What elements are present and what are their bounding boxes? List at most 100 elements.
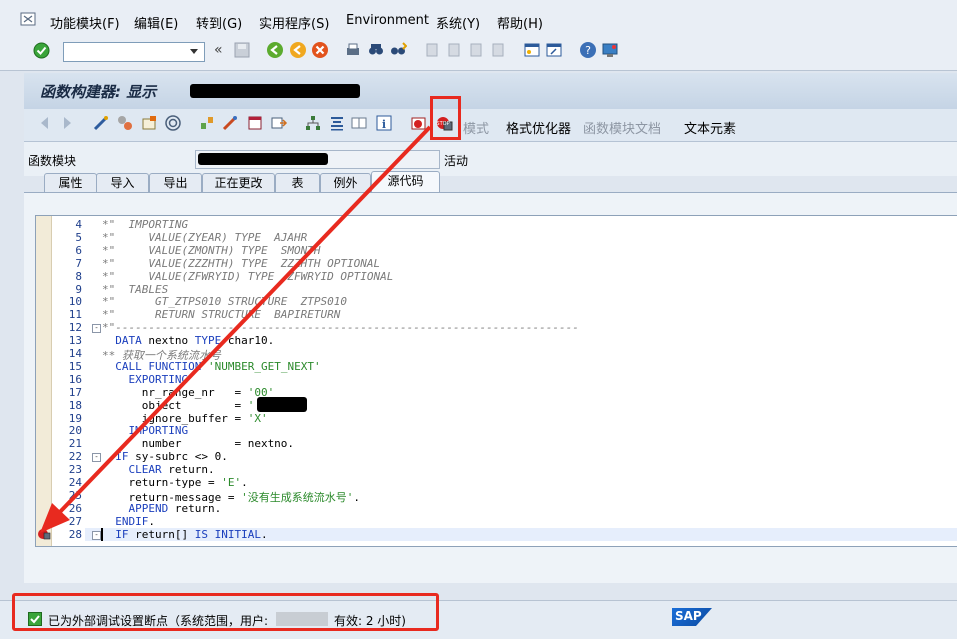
code-line[interactable]: *" IMPORTING <box>102 218 188 231</box>
pencil-icon[interactable] <box>221 114 239 132</box>
text-cursor <box>101 527 103 541</box>
tab-tables[interactable]: 表 <box>275 173 320 193</box>
code-line[interactable]: IMPORTING <box>102 424 189 437</box>
customize-layout-icon[interactable] <box>601 41 619 59</box>
code-line[interactable]: nr_range_nr = '00' <box>102 386 274 399</box>
code-line[interactable]: *" GT_ZTPS010 STRUCTURE ZTPS010 <box>102 295 347 308</box>
next-page-icon[interactable] <box>467 41 485 59</box>
abap-editor[interactable]: 4 *" IMPORTING 5 *" VALUE(ZYEAR) TYPE AJAHR… <box>35 215 957 547</box>
code-line[interactable]: *"--------------------------------------… <box>102 321 579 334</box>
fm-documentation-button[interactable]: 函数模块文档 <box>583 118 661 137</box>
line-number: 16 <box>68 372 82 386</box>
line-number: 11 <box>68 308 82 322</box>
menu-environment[interactable]: Environment <box>346 13 429 28</box>
session-breakpoint-icon[interactable] <box>410 114 428 132</box>
chevron-down-icon[interactable] <box>188 45 200 57</box>
fold-marker[interactable]: - <box>92 530 101 540</box>
where-used-icon[interactable] <box>198 114 216 132</box>
menu-function-module[interactable]: 功能模块(F) <box>50 13 120 32</box>
line-number: 23 <box>68 463 82 477</box>
back-arrow-icon[interactable] <box>36 114 54 132</box>
text-elements-button[interactable]: 文本元素 <box>684 118 736 137</box>
function-module-field[interactable] <box>195 150 440 169</box>
code-line[interactable]: *" VALUE(ZZZHTH) TYPE ZZZHTH OPTIONAL <box>102 257 380 270</box>
menu-goto[interactable]: 转到(G) <box>196 13 242 32</box>
code-line[interactable]: *" VALUE(ZYEAR) TYPE AJAHR <box>102 231 307 244</box>
activate-icon[interactable] <box>164 114 182 132</box>
menu-system[interactable]: 系统(Y) <box>436 13 480 32</box>
svg-text:?: ? <box>585 44 591 57</box>
line-number: 9 <box>75 282 82 296</box>
line-number: 25 <box>68 488 82 502</box>
cancel-icon[interactable] <box>311 41 329 59</box>
menu-edit[interactable]: 编辑(E) <box>134 13 178 32</box>
tab-exceptions[interactable]: 例外 <box>320 173 371 193</box>
last-page-icon[interactable] <box>489 41 507 59</box>
save-icon[interactable] <box>233 41 251 59</box>
menu-utilities[interactable]: 实用程序(S) <box>259 13 329 32</box>
collapse-toolbar-icon[interactable]: « <box>214 42 223 58</box>
mode-button[interactable]: 模式 <box>463 118 489 137</box>
code-line[interactable]: ENDIF. <box>102 515 155 528</box>
check-object-icon[interactable] <box>140 114 158 132</box>
field-row <box>24 142 957 176</box>
code-line[interactable]: *" RETURN STRUCTURE BAPIRETURN <box>102 308 340 321</box>
sap-menu-icon[interactable] <box>20 11 36 27</box>
code-line[interactable]: CLEAR return. <box>102 463 215 476</box>
code-line[interactable]: object = ' <box>102 399 255 412</box>
create-session-icon[interactable] <box>523 41 541 59</box>
line-number: 12 <box>68 321 82 335</box>
code-line[interactable]: CALL FUNCTION 'NUMBER_GET_NEXT' <box>102 360 320 373</box>
forward-arrow-icon[interactable] <box>58 114 76 132</box>
tab-attributes[interactable]: 属性 <box>44 173 97 193</box>
object-list-icon[interactable] <box>246 114 264 132</box>
enter-check-icon[interactable] <box>33 42 50 59</box>
code-line[interactable]: EXPORTING <box>102 373 189 386</box>
previous-page-icon[interactable] <box>445 41 463 59</box>
back-icon[interactable] <box>266 41 284 59</box>
breakpoint-gutter[interactable] <box>36 216 52 546</box>
first-page-icon[interactable] <box>423 41 441 59</box>
find-icon[interactable] <box>367 41 385 59</box>
display-change-icon[interactable] <box>92 114 110 132</box>
code-line[interactable]: *" VALUE(ZMONTH) TYPE SMONTH <box>102 244 321 257</box>
status-highlight-box <box>12 593 439 631</box>
active-inactive-icon[interactable] <box>116 114 134 132</box>
tab-source-code[interactable]: 源代码 <box>371 171 440 194</box>
pattern-icon[interactable] <box>328 114 346 132</box>
page-title: 函数构建器: 显示 <box>40 83 157 101</box>
tab-changing[interactable]: 正在更改 <box>202 173 275 193</box>
tab-import[interactable]: 导入 <box>96 173 149 193</box>
line-number: 13 <box>68 334 82 348</box>
find-next-icon[interactable] <box>389 41 407 59</box>
code-line[interactable]: number = nextno. <box>102 437 294 450</box>
code-line[interactable]: APPEND return. <box>102 502 222 515</box>
help-icon[interactable]: ? <box>579 41 597 59</box>
line-number: 21 <box>68 437 82 451</box>
line-number: 4 <box>75 218 82 231</box>
line-number: 10 <box>68 295 82 309</box>
menu-help[interactable]: 帮助(H) <box>497 13 543 32</box>
code-line[interactable]: return-type = 'E'. <box>102 476 247 489</box>
fold-marker[interactable]: - <box>92 324 101 334</box>
command-field[interactable] <box>63 42 205 62</box>
code-line[interactable]: ignore_buffer = 'X' <box>102 412 268 425</box>
tab-export[interactable]: 导出 <box>149 173 202 193</box>
print-icon[interactable] <box>344 41 362 59</box>
pretty-printer-button[interactable]: 格式优化器 <box>506 118 571 137</box>
redacted-fm-name <box>198 153 328 165</box>
split-screen-icon[interactable] <box>350 114 368 132</box>
fold-marker[interactable]: - <box>92 453 101 463</box>
exit-icon[interactable] <box>289 41 307 59</box>
code-line[interactable]: IF return[] IS INITIAL. <box>102 528 267 541</box>
line-number: 22 <box>68 450 82 464</box>
hierarchy-icon[interactable] <box>304 114 322 132</box>
navigation-window-icon[interactable] <box>270 114 288 132</box>
code-line[interactable]: *" VALUE(ZFWRYID) TYPE ZFWRYID OPTIONAL <box>102 270 393 283</box>
code-line[interactable]: *" TABLES <box>102 283 168 296</box>
shortcut-icon[interactable] <box>545 41 563 59</box>
code-line[interactable]: IF sy-subrc <> 0. <box>102 450 228 463</box>
info-icon[interactable]: i <box>375 114 393 132</box>
code-line[interactable]: DATA nextno TYPE char10. <box>102 334 274 347</box>
external-breakpoint-marker-icon[interactable] <box>37 528 51 540</box>
